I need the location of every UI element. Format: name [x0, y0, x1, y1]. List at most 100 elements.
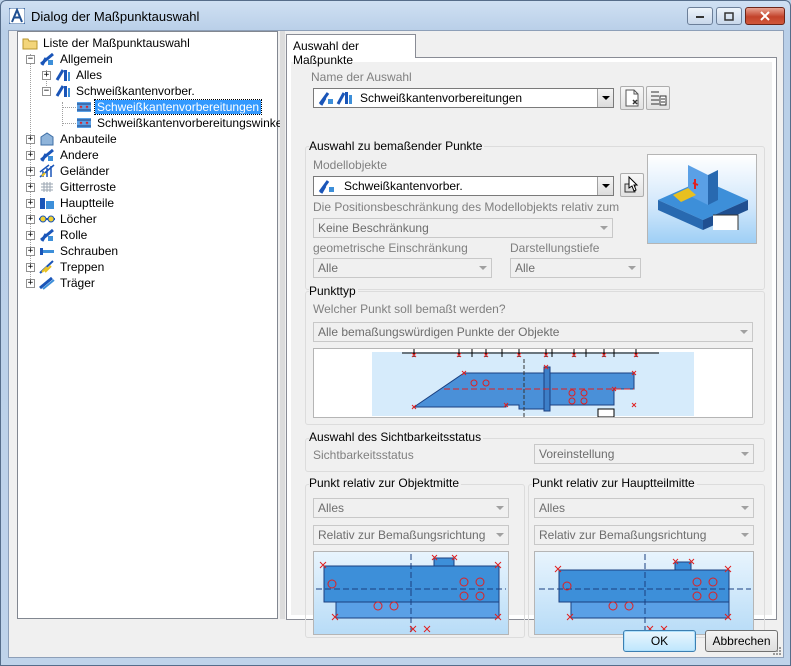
point-type-value: Alle bemaßungswürdigen Punkte der Objekt…	[318, 325, 560, 339]
point-type-picture	[372, 349, 694, 417]
weld-selection-icon	[77, 118, 91, 128]
tree-item-label: Hauptteile	[60, 196, 115, 210]
maximize-button[interactable]	[716, 7, 742, 25]
position-restriction-value: Keine Beschränkung	[318, 221, 429, 235]
general-icon	[40, 52, 54, 66]
holes-icon	[39, 215, 55, 223]
main-part-center-title: Punkt relativ zur Hauptteilmitte	[532, 476, 697, 490]
tree-item-label: Alles	[76, 68, 103, 82]
dialog-client-area: Liste der Maßpunktauswahl − Allgemein + …	[8, 30, 784, 658]
chevron-down-icon[interactable]	[597, 89, 613, 107]
chevron-down-icon	[496, 506, 504, 510]
tree-item-label: Gitterroste	[60, 180, 117, 194]
tree-item-rolle[interactable]: + Rolle	[26, 227, 89, 243]
close-button[interactable]	[745, 7, 785, 25]
tab-label: Auswahl der Maßpunkte	[293, 39, 360, 67]
collapse-toggle[interactable]: −	[42, 86, 51, 96]
tree-item-label: Löcher	[60, 212, 97, 226]
main-part-center-preview	[534, 551, 754, 635]
tree-item-schweisskantenvorbereitungswinkel[interactable]: Schweißkantenvorbereitungswinkel	[76, 115, 287, 131]
main-part-icon	[40, 198, 54, 209]
ok-button[interactable]: OK	[623, 630, 696, 652]
dialog-window: Dialog der Maßpunktauswahl Liste der Maß…	[0, 0, 791, 666]
expand-toggle[interactable]: +	[26, 166, 35, 176]
point-type-title: Punkttyp	[309, 284, 358, 298]
display-depth-combo[interactable]: Alle	[510, 258, 641, 278]
tree-item-gitterroste[interactable]: + Gitterroste	[26, 179, 118, 195]
tab-auswahl-der-masspunkte[interactable]: Auswahl der Maßpunkte	[286, 34, 416, 67]
tree-item-andere[interactable]: + Andere	[26, 147, 101, 163]
expand-toggle[interactable]: +	[26, 198, 35, 208]
chevron-down-icon[interactable]	[597, 177, 613, 195]
model-objects-combo[interactable]: Schweißkantenvorber.	[313, 176, 614, 196]
expand-toggle[interactable]: +	[26, 246, 35, 256]
weld-preparation-picture	[658, 165, 748, 230]
collapse-toggle[interactable]: −	[26, 54, 35, 64]
object-center-picture	[316, 554, 506, 633]
edit-selection-button[interactable]	[646, 86, 670, 110]
point-type-preview	[313, 348, 753, 418]
tree-item-alles[interactable]: + Alles	[42, 67, 104, 83]
tree-item-schweisskantenvorber[interactable]: − Schweißkantenvorber.	[42, 83, 197, 99]
main-part-center-combo-2[interactable]: Relativ zur Bemaßungsrichtung	[534, 525, 754, 545]
selection-tree[interactable]: Liste der Maßpunktauswahl − Allgemein + …	[17, 31, 285, 619]
display-depth-value: Alle	[515, 261, 536, 275]
tree-item-allgemein[interactable]: − Allgemein	[26, 51, 115, 67]
main-part-center-value-2: Relativ zur Bemaßungsrichtung	[539, 528, 707, 542]
object-center-value-1: Alles	[318, 501, 345, 515]
save-selection-button[interactable]	[620, 86, 644, 110]
weld-prep-icon	[318, 92, 352, 106]
expand-toggle[interactable]: +	[26, 214, 35, 224]
visibility-combo[interactable]: Voreinstellung	[534, 444, 754, 464]
ok-button-label: OK	[650, 634, 669, 648]
pick-object-button[interactable]	[620, 173, 644, 197]
expand-toggle[interactable]: +	[26, 262, 35, 272]
expand-toggle[interactable]: +	[26, 134, 35, 144]
points-group-title: Auswahl zu bemaßender Punkte	[309, 139, 485, 153]
tree-item-label: Schrauben	[60, 244, 119, 258]
close-icon	[760, 11, 770, 21]
railing-icon	[39, 164, 55, 178]
pick-icon	[624, 175, 639, 193]
expand-toggle[interactable]: +	[26, 150, 35, 160]
resize-grip-icon[interactable]	[771, 645, 781, 655]
expand-toggle[interactable]: +	[26, 230, 35, 240]
tree-item-loecher[interactable]: + Löcher	[26, 211, 99, 227]
tree-item-schweisskantenvorbereitungen[interactable]: Schweißkantenvorbereitungen	[76, 99, 263, 115]
expand-toggle[interactable]: +	[26, 182, 35, 192]
point-type-question: Welcher Punkt soll bemaßt werden?	[313, 302, 506, 316]
all-icon	[55, 69, 70, 81]
object-center-combo-2[interactable]: Relativ zur Bemaßungsrichtung	[313, 525, 509, 545]
tree-root[interactable]: Liste der Maßpunktauswahl	[22, 35, 192, 51]
chevron-down-icon	[741, 506, 749, 510]
chevron-down-icon	[479, 266, 487, 270]
tree-item-treppen[interactable]: + Treppen	[26, 259, 106, 275]
tree-item-gelaender[interactable]: + Geländer	[26, 163, 111, 179]
object-center-preview	[313, 551, 509, 635]
point-type-combo[interactable]: Alle bemaßungswürdigen Punkte der Objekt…	[313, 322, 753, 342]
cancel-button[interactable]: Abbrechen	[705, 630, 778, 652]
selection-name-combo[interactable]: Schweißkantenvorbereitungen	[313, 88, 614, 108]
tree-item-label: Allgemein	[60, 52, 113, 66]
tree-item-anbauteile[interactable]: + Anbauteile	[26, 131, 119, 147]
tree-item-traeger[interactable]: + Träger	[26, 275, 97, 291]
main-part-center-combo-1[interactable]: Alles	[534, 498, 754, 518]
expand-toggle[interactable]: +	[26, 278, 35, 288]
geometric-restriction-label: geometrische Einschränkung	[313, 241, 468, 255]
bolt-icon	[40, 248, 54, 255]
cancel-button-label: Abbrechen	[712, 634, 771, 648]
position-restriction-combo[interactable]: Keine Beschränkung	[313, 218, 613, 238]
title-bar[interactable]: Dialog der Maßpunktauswahl	[1, 1, 790, 31]
position-restriction-label: Die Positionsbeschränkung des Modellobje…	[313, 200, 620, 214]
tree-item-schrauben[interactable]: + Schrauben	[26, 243, 120, 259]
tree-item-hauptteile[interactable]: + Hauptteile	[26, 195, 116, 211]
geometric-restriction-combo[interactable]: Alle	[313, 258, 492, 278]
selection-name-value: Schweißkantenvorbereitungen	[360, 91, 523, 105]
tree-item-label: Rolle	[60, 228, 88, 242]
object-center-combo-1[interactable]: Alles	[313, 498, 509, 518]
expand-toggle[interactable]: +	[42, 70, 51, 80]
main-part-center-picture	[539, 554, 751, 633]
pane-splitter[interactable]	[280, 31, 285, 619]
tree-item-label: Schweißkantenvorber.	[76, 84, 195, 98]
minimize-button[interactable]	[687, 7, 713, 25]
